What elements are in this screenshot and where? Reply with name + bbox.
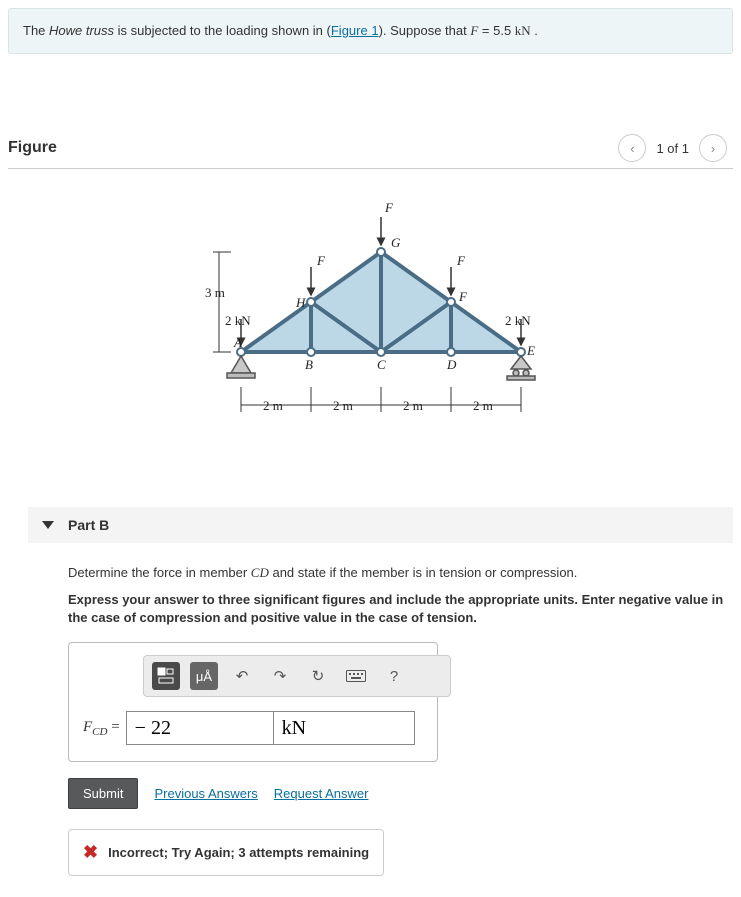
label-height: 3 m (205, 285, 225, 300)
problem-unit: kN (515, 23, 531, 38)
problem-text-1: The (23, 23, 49, 38)
answer-lhs: FCD = (83, 719, 120, 738)
figure-pager: 1 of 1 (656, 141, 689, 156)
figure-title: Figure (8, 139, 618, 157)
value-input[interactable] (126, 711, 274, 745)
label-H: H (295, 295, 306, 310)
part-body: Determine the force in member CD and sta… (68, 543, 733, 876)
answer-lhs-sym: F (83, 719, 92, 735)
reset-icon[interactable]: ↻ (304, 662, 332, 690)
label-span3: 2 m (403, 398, 423, 413)
label-E: E (526, 343, 535, 358)
label-F-slopeR: F (458, 289, 468, 304)
instruction-post: and state if the member is in tension or… (269, 565, 578, 580)
request-answer-link[interactable]: Request Answer (274, 786, 369, 801)
figure-header: Figure ‹ 1 of 1 › (8, 134, 733, 169)
label-C: C (377, 357, 386, 372)
label-F-top: F (384, 200, 394, 215)
figure-prev-button[interactable]: ‹ (618, 134, 646, 162)
label-span2: 2 m (333, 398, 353, 413)
answer-equals: = (107, 719, 119, 735)
part-header[interactable]: Part B (28, 507, 733, 543)
submit-button[interactable]: Submit (68, 778, 138, 809)
keyboard-icon[interactable] (342, 662, 370, 690)
problem-text-2: is subjected to the loading shown in ( (114, 23, 331, 38)
truss-figure: F G F F F H A B C D E 3 m 2 kN 2 kN 2 m … (201, 187, 541, 437)
incorrect-icon: ✖ (83, 842, 98, 863)
template-icon[interactable] (152, 662, 180, 690)
actions-row: Submit Previous Answers Request Answer (68, 778, 733, 809)
problem-eq: = 5.5 (478, 23, 515, 38)
problem-statement: The Howe truss is subjected to the loadi… (8, 8, 733, 54)
figure-next-button[interactable]: › (699, 134, 727, 162)
feedback-text: Incorrect; Try Again; 3 attempts remaini… (108, 845, 369, 860)
label-B: B (305, 357, 313, 372)
undo-icon[interactable]: ↶ (228, 662, 256, 690)
answer-toolbar: μÅ ↶ ↷ ↻ ? (143, 655, 451, 697)
answer-box: μÅ ↶ ↷ ↻ ? FCD = (68, 642, 438, 762)
help-icon[interactable]: ? (380, 662, 408, 690)
answer-format-note: Express your answer to three significant… (68, 591, 733, 626)
label-D: D (446, 357, 457, 372)
answer-row: FCD = (83, 711, 423, 745)
instruction-member: CD (251, 565, 269, 580)
instruction: Determine the force in member CD and sta… (68, 565, 733, 581)
label-F-left: F (316, 253, 326, 268)
problem-text-3: ). Suppose that (379, 23, 471, 38)
feedback-box: ✖ Incorrect; Try Again; 3 attempts remai… (68, 829, 384, 876)
problem-period: . (531, 23, 538, 38)
label-span1: 2 m (263, 398, 283, 413)
label-2kN-right: 2 kN (505, 313, 531, 328)
label-A: A (233, 335, 242, 350)
units-button[interactable]: μÅ (190, 662, 218, 690)
problem-italic: Howe truss (49, 23, 114, 38)
collapse-icon (42, 521, 54, 529)
figure-link[interactable]: Figure 1 (331, 23, 379, 38)
answer-lhs-sub: CD (92, 726, 107, 738)
part-title: Part B (68, 517, 109, 533)
instruction-pre: Determine the force in member (68, 565, 251, 580)
label-F-right: F (456, 253, 466, 268)
label-2kN-left: 2 kN (225, 313, 251, 328)
label-G: G (391, 235, 401, 250)
previous-answers-link[interactable]: Previous Answers (154, 786, 257, 801)
label-span4: 2 m (473, 398, 493, 413)
unit-input[interactable] (273, 711, 415, 745)
redo-icon[interactable]: ↷ (266, 662, 294, 690)
